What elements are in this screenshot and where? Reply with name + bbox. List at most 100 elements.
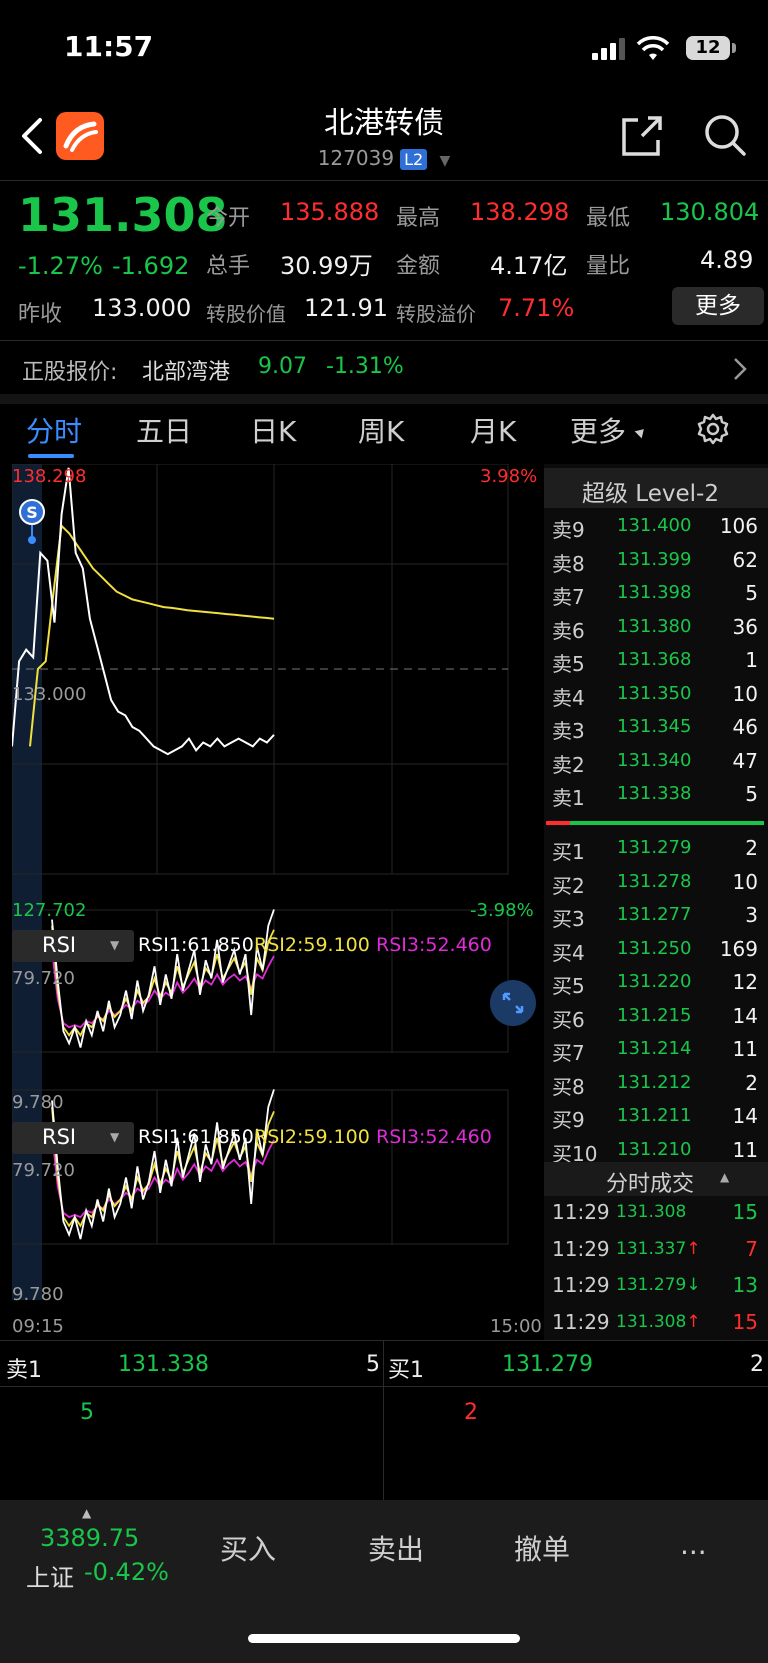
trades-header[interactable]: 分时成交 ▲ xyxy=(544,1162,768,1197)
ask-volume: 36 xyxy=(732,614,758,639)
divider xyxy=(0,1340,768,1341)
ask-level-label: 卖5 xyxy=(552,652,585,676)
more-button[interactable]: 更多 xyxy=(672,287,764,325)
tab-daily-k[interactable]: 日K xyxy=(250,410,296,450)
bid-row[interactable]: 买6 131.215 14 xyxy=(552,1000,768,1033)
index-ticker[interactable]: 3389.75 上证 -0.42% xyxy=(22,1522,182,1592)
open-label: 今开 xyxy=(206,206,251,231)
ask-row[interactable]: 卖4 131.350 10 xyxy=(552,678,768,711)
tab-weekly-k[interactable]: 周K xyxy=(358,410,404,450)
bid-price: 131.211 xyxy=(617,1105,692,1126)
sell-button[interactable]: 卖出 xyxy=(368,1528,424,1568)
change-amount: -1.692 xyxy=(112,252,190,280)
trade-time: 11:29 xyxy=(552,1200,610,1224)
trade-price: 131.279↓ xyxy=(616,1275,701,1295)
bid-level-label: 买5 xyxy=(552,974,585,998)
settings-gear-icon[interactable] xyxy=(696,412,730,446)
ask-level-label: 卖4 xyxy=(552,685,585,710)
ask-volume: 5 xyxy=(745,581,758,605)
panel-frame xyxy=(12,1089,509,1245)
bid-row[interactable]: 买3 131.277 3 xyxy=(552,899,768,932)
tab-five-day[interactable]: 五日 xyxy=(136,410,192,450)
ask-row[interactable]: 卖1 131.338 5 xyxy=(552,778,768,811)
bid-row[interactable]: 买2 131.278 10 xyxy=(552,866,768,899)
order-book-title[interactable]: 超级 Level-2 xyxy=(544,468,768,508)
ask-volume: 1 xyxy=(745,648,758,672)
volume-ratio-label: 量比 xyxy=(586,254,631,279)
prev-close-label: 昨收 xyxy=(18,302,63,327)
bid-volume: 14 xyxy=(732,1003,758,1028)
ask-price: 131.399 xyxy=(617,548,692,570)
bid-row[interactable]: 买8 131.212 2 xyxy=(552,1067,768,1100)
rsi-selector-1[interactable]: RSI ▼ xyxy=(12,930,134,962)
underlying-change: -1.31% xyxy=(326,354,404,379)
tab-intraday[interactable]: 分时 xyxy=(26,410,82,450)
volume-ratio-value: 4.89 xyxy=(700,246,754,274)
bid-volume: 2 xyxy=(745,836,758,860)
low-label: 最低 xyxy=(586,206,631,231)
bid-row[interactable]: 买7 131.214 11 xyxy=(552,1033,768,1066)
chart-x-start-label: 09:15 xyxy=(12,1316,64,1337)
ask-level-label: 卖2 xyxy=(552,752,585,777)
ask-row[interactable]: 卖3 131.345 46 xyxy=(552,711,768,744)
signal-icon xyxy=(592,38,625,60)
share-icon[interactable] xyxy=(620,114,664,158)
bid-row[interactable]: 买5 131.220 12 xyxy=(552,966,768,999)
underlying-label: 正股报价: xyxy=(22,360,118,385)
ask-row[interactable]: 卖6 131.380 36 xyxy=(552,611,768,644)
caret-up-icon: ▲ xyxy=(82,1506,92,1520)
trades-title: 分时成交 xyxy=(606,1172,695,1197)
rsi2-value: RSI2:59.100 xyxy=(254,1126,370,1148)
bid-price: 131.215 xyxy=(617,1004,692,1026)
divider xyxy=(0,180,768,181)
level-badge: L2 xyxy=(400,149,428,170)
bottom-bid-vol: 2 xyxy=(750,1352,764,1377)
rsi-y-min-label: 9.780 xyxy=(12,1092,64,1113)
cancel-order-button[interactable]: 撤单 xyxy=(514,1528,570,1568)
home-indicator xyxy=(248,1634,520,1643)
tab-monthly-k[interactable]: 月K xyxy=(470,410,516,450)
tab-more[interactable]: 更多 xyxy=(570,410,626,450)
bid-price: 131.214 xyxy=(617,1038,692,1059)
bid-row[interactable]: 买4 131.250 169 xyxy=(552,933,768,966)
order-book-title-text: 超级 Level-2 xyxy=(582,481,719,507)
avg-price-line xyxy=(29,523,275,747)
security-code: 127039 xyxy=(317,146,395,170)
search-icon[interactable] xyxy=(702,112,748,158)
trade-price: 131.308 xyxy=(616,1202,687,1222)
underlying-quote-row[interactable]: 正股报价: 北部湾港 9.07 -1.31% xyxy=(0,342,768,394)
bid-volume: 11 xyxy=(732,1037,758,1061)
ask-row[interactable]: 卖7 131.398 5 xyxy=(552,577,768,610)
index-value: 3389.75 xyxy=(40,1524,140,1552)
ask-level-label: 卖3 xyxy=(552,719,585,743)
rsi-y-max-label: 79.720 xyxy=(12,1160,75,1181)
trade-row: 11:29 131.308↑ 15 xyxy=(552,1306,768,1342)
chevron-right-icon xyxy=(734,358,747,380)
bid-row[interactable]: 买9 131.211 14 xyxy=(552,1100,768,1133)
rsi-y-max-label: 79.720 xyxy=(12,968,75,989)
chart-pct-min-label: -3.98% xyxy=(470,900,534,921)
bid-volume: 12 xyxy=(732,970,758,994)
buy-button[interactable]: 买入 xyxy=(220,1528,276,1568)
more-actions-button[interactable]: ... xyxy=(680,1528,707,1561)
bid-row[interactable]: 买1 131.279 2 xyxy=(552,832,768,865)
bid-price: 131.277 xyxy=(617,904,692,925)
ask-row[interactable]: 卖8 131.399 62 xyxy=(552,544,768,577)
tab-active-indicator xyxy=(28,454,74,458)
bottom-ask-price: 131.338 xyxy=(118,1352,209,1377)
bottom-book-split xyxy=(383,1340,384,1500)
ask-row[interactable]: 卖2 131.340 47 xyxy=(552,745,768,778)
rsi-selector-2[interactable]: RSI ▼ xyxy=(12,1122,134,1154)
conversion-value-label: 转股价值 xyxy=(206,302,286,326)
status-bar: 11:57 12 xyxy=(0,0,768,96)
amount-value: 4.17亿 xyxy=(490,252,568,280)
intraday-chart[interactable]: S xyxy=(12,464,542,1324)
index-name: 上证 xyxy=(26,1564,74,1592)
ask-price: 131.368 xyxy=(617,649,692,670)
conversion-premium-value: 7.71% xyxy=(498,294,575,322)
ask-price: 131.380 xyxy=(617,615,692,637)
expand-chart-button[interactable] xyxy=(490,980,536,1026)
rsi-y-min-label: 9.780 xyxy=(12,1284,64,1305)
ask-row[interactable]: 卖9 131.400 106 xyxy=(552,510,768,543)
ask-row[interactable]: 卖5 131.368 1 xyxy=(552,644,768,677)
